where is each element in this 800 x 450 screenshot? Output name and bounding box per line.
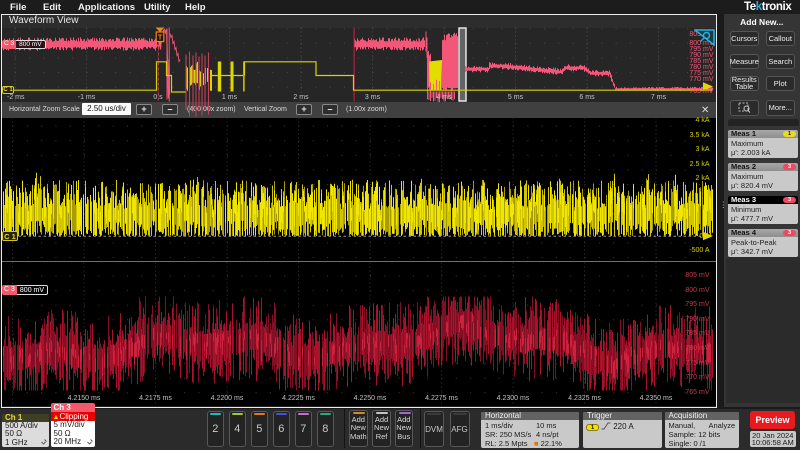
svg-text:T: T [157,32,162,41]
